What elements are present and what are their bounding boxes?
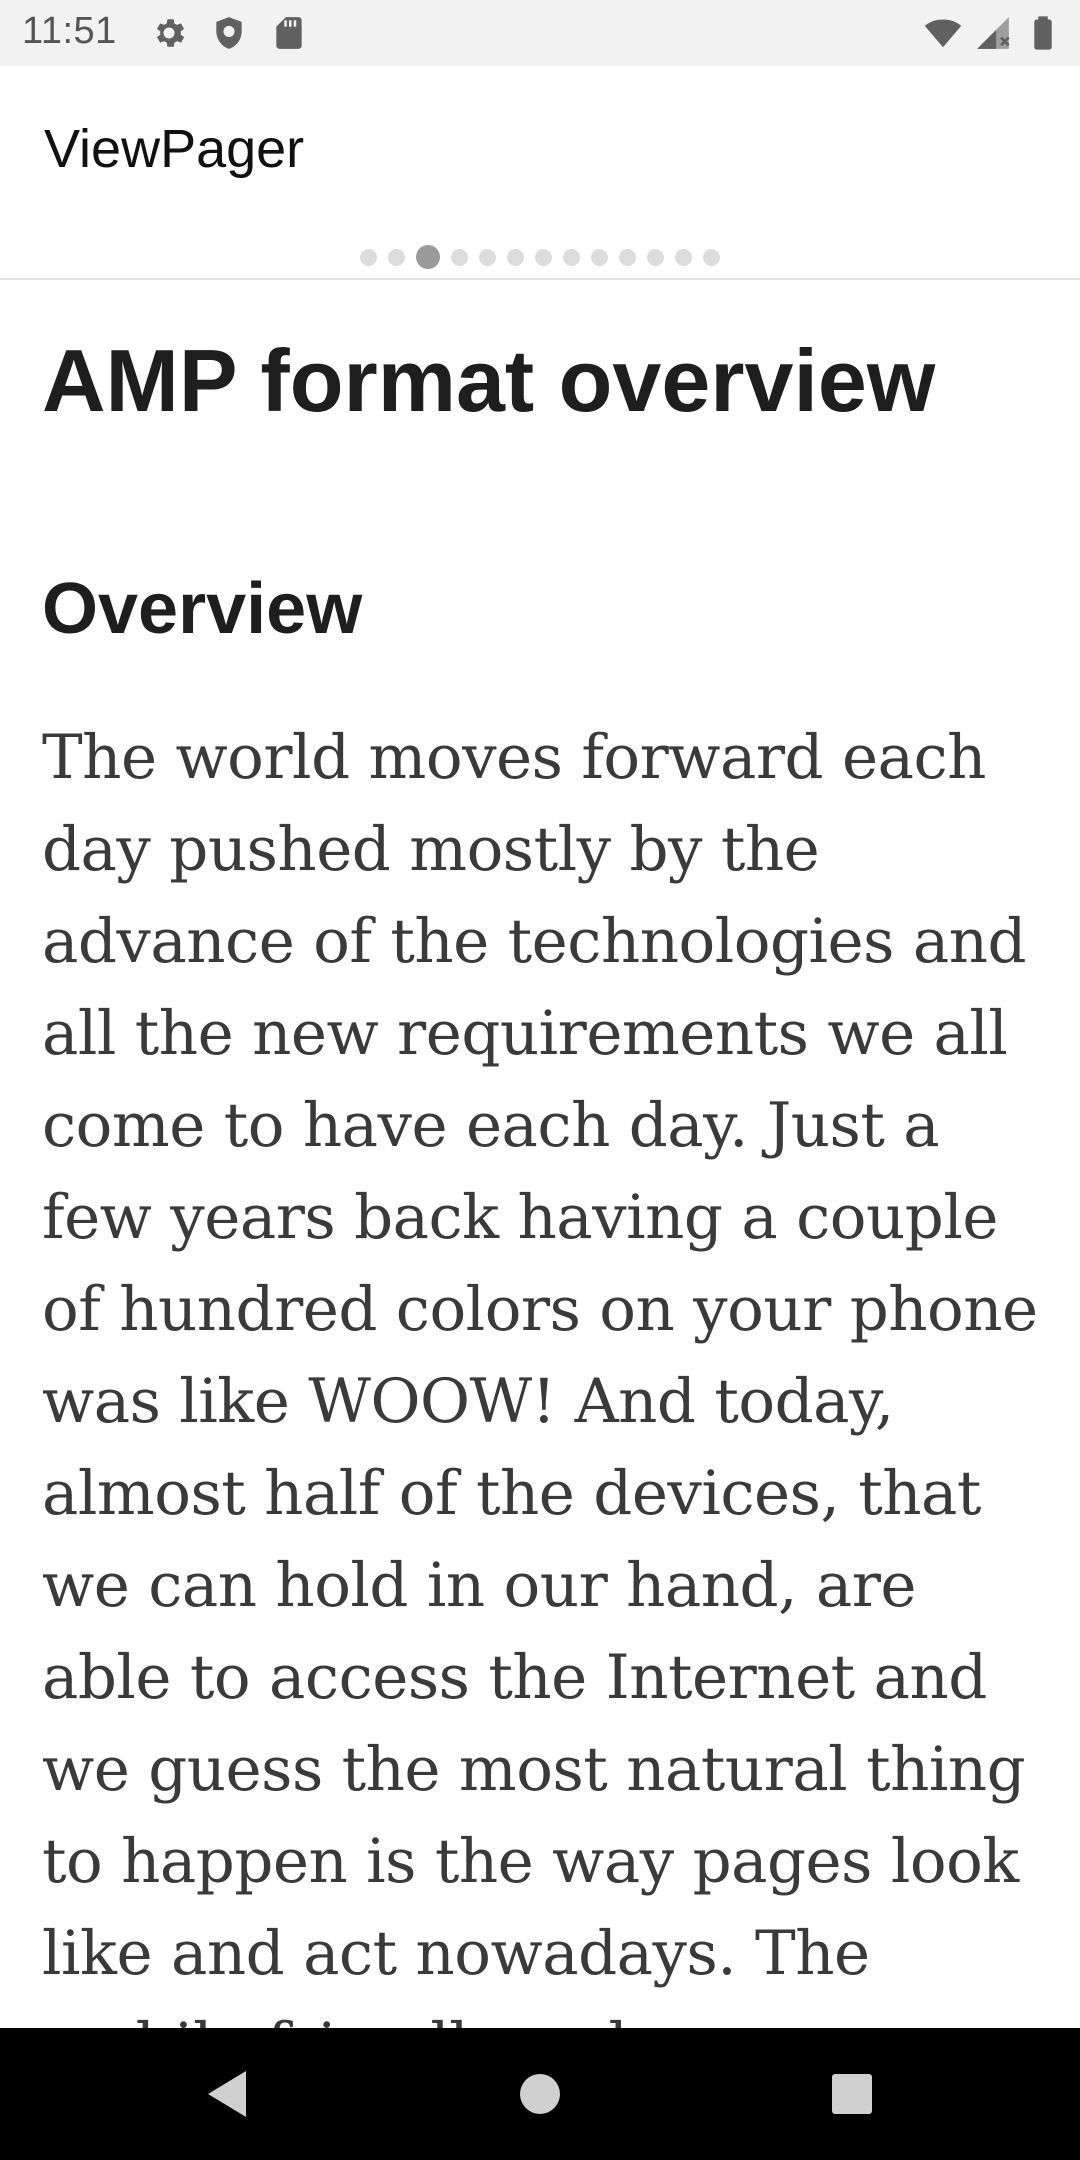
page-indicator-dot[interactable]	[388, 248, 405, 266]
back-icon	[208, 2071, 246, 2117]
page-indicator[interactable]	[0, 242, 1080, 272]
shield-icon	[216, 17, 242, 49]
page-indicator-dot[interactable]	[535, 248, 552, 266]
page-indicator-dot[interactable]	[619, 248, 636, 266]
article-body: The world moves forward each day pushed …	[42, 722, 1038, 2028]
status-time: 11:51	[22, 10, 117, 52]
page-indicator-dot[interactable]	[647, 248, 664, 266]
page-indicator-dot[interactable]	[591, 248, 608, 266]
page-indicator-dot[interactable]	[703, 248, 720, 266]
home-icon	[520, 2074, 560, 2114]
page-indicator-dot[interactable]	[451, 248, 468, 266]
status-bar: 11:51	[0, 0, 1080, 66]
wifi-icon	[924, 19, 962, 48]
recents-button[interactable]	[822, 2064, 882, 2124]
page-indicator-dot[interactable]	[360, 248, 377, 266]
navigation-bar	[0, 2028, 1080, 2160]
status-left-icons	[150, 14, 308, 52]
cell-signal-icon	[977, 17, 1010, 49]
back-button[interactable]	[196, 2064, 256, 2124]
article-title: AMP format overview	[42, 331, 936, 430]
app-bar: ViewPager	[0, 66, 1080, 280]
sd-card-icon	[276, 17, 302, 49]
battery-icon	[1034, 16, 1052, 50]
app-title: ViewPager	[44, 119, 305, 179]
article-content[interactable]: AMP format overview Overview The world m…	[0, 280, 1080, 2028]
settings-icon	[156, 19, 185, 47]
screen: 11:51 ViewPager AMP format overview Over…	[0, 0, 1080, 2160]
page-indicator-dot[interactable]	[675, 248, 692, 266]
page-indicator-dot[interactable]	[479, 248, 496, 266]
section-heading: Overview	[42, 569, 363, 649]
page-indicator-dot[interactable]	[416, 245, 440, 269]
page-indicator-dot[interactable]	[507, 248, 524, 266]
recents-icon	[832, 2074, 872, 2114]
home-button[interactable]	[510, 2064, 570, 2124]
status-right-icons	[924, 14, 1062, 52]
page-indicator-dot[interactable]	[563, 248, 580, 266]
